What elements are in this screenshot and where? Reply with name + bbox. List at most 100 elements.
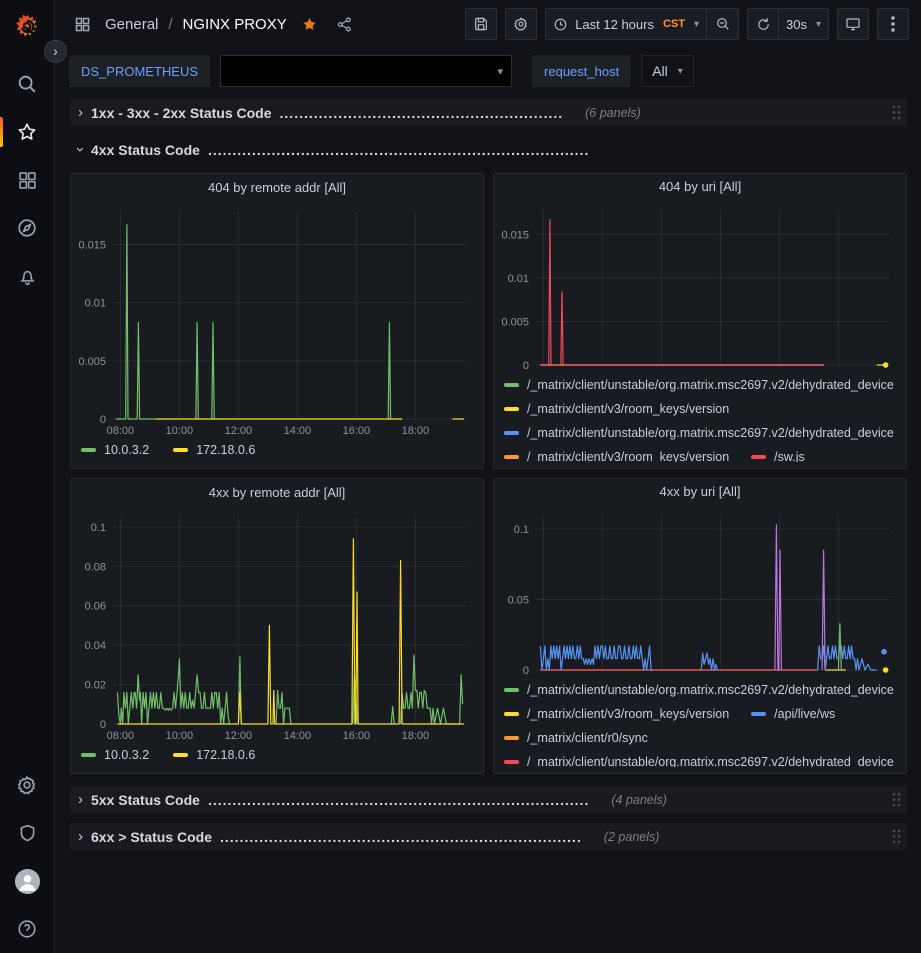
refresh-button[interactable] — [747, 8, 779, 40]
dashboard-settings-button[interactable] — [505, 8, 537, 40]
svg-text:18:00: 18:00 — [402, 730, 430, 742]
legend-item[interactable]: /_matrix/client/unstable/org.matrix.msc2… — [504, 683, 894, 697]
svg-text:12:00: 12:00 — [648, 371, 676, 372]
svg-text:16:00: 16:00 — [343, 730, 371, 742]
svg-text:0.015: 0.015 — [501, 229, 529, 241]
request-host-variable-label[interactable]: request_host — [532, 55, 631, 87]
legend-item[interactable]: 10.0.3.2 — [81, 443, 149, 457]
legend-item[interactable]: 172.18.0.6 — [173, 443, 255, 457]
legend-item[interactable]: /_matrix/client/v3/room_keys/version — [504, 450, 729, 462]
legend-item[interactable]: /_matrix/client/r0/sync — [504, 731, 648, 745]
legend-item[interactable]: /_matrix/client/unstable/org.matrix.msc2… — [504, 755, 894, 767]
legend-item[interactable]: 172.18.0.6 — [173, 748, 255, 762]
svg-text:14:00: 14:00 — [707, 371, 735, 372]
row-6xx-status-code[interactable]: › 6xx > Status Code ....................… — [70, 823, 907, 850]
row-4xx-status-code[interactable]: › 4xx Status Code ......................… — [70, 136, 907, 163]
sidebar-item-starred[interactable] — [0, 108, 55, 156]
toolbar: Last 12 hours CST ▾ 30s — [465, 8, 909, 40]
svg-text:0.08: 0.08 — [85, 561, 106, 573]
save-dashboard-button[interactable] — [465, 8, 497, 40]
request-host-select[interactable]: All ▾ — [641, 55, 694, 87]
legend-item[interactable]: /_matrix/client/unstable/org.matrix.msc2… — [504, 426, 894, 440]
timeseries-chart[interactable]: 08:0010:0012:0014:0016:0018:0000.0050.01… — [71, 202, 481, 437]
refresh-picker: 30s ▾ — [747, 8, 829, 40]
cycle-view-mode-button[interactable] — [837, 8, 869, 40]
sidebar-item-configuration[interactable] — [0, 761, 55, 809]
datasource-variable-label[interactable]: DS_PROMETHEUS — [69, 55, 210, 87]
row-1xx-3xx-2xx-status-code[interactable]: › 1xx - 3xx - 2xx Status Code ..........… — [70, 99, 907, 126]
chevron-down-icon: ▾ — [678, 66, 683, 77]
sidebar-item-alerting[interactable] — [0, 252, 55, 300]
sidebar-item-search[interactable] — [0, 60, 55, 108]
legend-item[interactable]: /api/live/ws — [751, 707, 835, 721]
panel-title[interactable]: 404 by remote addr [All] — [71, 174, 483, 202]
svg-text:0.04: 0.04 — [85, 640, 106, 652]
series-color-swatch — [504, 431, 519, 435]
dashboard-title[interactable]: NGINX PROXY — [183, 16, 287, 33]
timeseries-chart[interactable]: 08:0010:0012:0014:0016:0018:0000.050.1 — [494, 505, 904, 677]
svg-text:0.06: 0.06 — [85, 600, 106, 612]
sidebar-item-explore[interactable] — [0, 204, 55, 252]
legend-item[interactable]: /_matrix/client/v3/room_keys/version — [504, 402, 729, 416]
share-icon[interactable] — [332, 12, 357, 37]
series-color-swatch — [751, 712, 766, 716]
grafana-logo[interactable] — [14, 13, 41, 40]
sidebar-item-help[interactable] — [0, 905, 55, 953]
legend-item[interactable]: /_matrix/client/v3/room_keys/version — [504, 707, 729, 721]
series-label: /sw.js — [774, 450, 805, 462]
svg-text:0.005: 0.005 — [501, 316, 529, 328]
shield-icon — [17, 823, 38, 844]
svg-text:0.01: 0.01 — [85, 297, 106, 309]
sidebar-item-server-admin[interactable] — [0, 809, 55, 857]
legend-item[interactable]: 10.0.3.2 — [81, 748, 149, 762]
kebab-menu-button[interactable] — [877, 8, 909, 40]
svg-text:0.1: 0.1 — [91, 521, 106, 533]
legend-item[interactable]: /_matrix/client/unstable/org.matrix.msc2… — [504, 378, 894, 392]
series-label: /_matrix/client/unstable/org.matrix.msc2… — [527, 755, 894, 767]
dashboards-grid-icon — [17, 170, 38, 191]
timeseries-chart[interactable]: 08:0010:0012:0014:0016:0018:0000.0050.01… — [494, 200, 904, 372]
sidebar-expand-button[interactable]: › — [44, 40, 67, 63]
refresh-interval-button[interactable]: 30s ▾ — [779, 8, 829, 40]
time-picker: Last 12 hours CST ▾ — [545, 8, 739, 40]
svg-text:08:00: 08:00 — [530, 676, 558, 677]
series-color-swatch — [504, 383, 519, 387]
series-color-swatch — [81, 448, 96, 452]
panel-404-by-remote-addr: 404 by remote addr [All] 08:0010:0012:00… — [70, 173, 484, 469]
series-label: 10.0.3.2 — [104, 748, 149, 762]
apps-grid-icon[interactable] — [70, 12, 95, 37]
sidebar — [0, 0, 55, 953]
datasource-select[interactable]: ▾ — [220, 55, 512, 87]
series-color-swatch — [504, 712, 519, 716]
series-color-swatch — [81, 753, 96, 757]
breadcrumb-folder[interactable]: General — [105, 16, 158, 33]
drag-handle-icon[interactable] — [892, 105, 901, 120]
drag-handle-icon[interactable] — [892, 792, 901, 807]
timeseries-chart[interactable]: 08:0010:0012:0014:0016:0018:0000.020.040… — [71, 507, 481, 742]
time-range-label: Last 12 hours — [575, 17, 654, 32]
svg-text:0.015: 0.015 — [78, 239, 106, 251]
time-range-button[interactable]: Last 12 hours CST ▾ — [545, 8, 707, 40]
panel-title[interactable]: 404 by uri [All] — [494, 174, 906, 200]
series-color-swatch — [504, 688, 519, 692]
panel-title[interactable]: 4xx by remote addr [All] — [71, 479, 483, 507]
chevron-down-icon: ▾ — [816, 19, 821, 30]
drag-handle-icon[interactable] — [892, 829, 901, 844]
series-label: /_matrix/client/v3/room_keys/version — [527, 450, 729, 462]
panel-title[interactable]: 4xx by uri [All] — [494, 479, 906, 505]
monitor-icon — [845, 16, 861, 32]
svg-text:12:00: 12:00 — [225, 425, 253, 437]
zoom-out-time-button[interactable] — [707, 8, 739, 40]
series-label: /_matrix/client/r0/sync — [527, 731, 648, 745]
sidebar-item-profile[interactable] — [0, 857, 55, 905]
svg-text:0.1: 0.1 — [514, 524, 529, 536]
svg-text:10:00: 10:00 — [166, 730, 194, 742]
row-5xx-status-code[interactable]: › 5xx Status Code ......................… — [70, 786, 907, 813]
sidebar-item-dashboards[interactable] — [0, 156, 55, 204]
legend-item[interactable]: /sw.js — [751, 450, 805, 462]
variables-bar: DS_PROMETHEUS ▾ request_host All ▾ — [56, 48, 921, 97]
series-color-swatch — [504, 455, 519, 459]
star-filled-icon[interactable] — [297, 12, 322, 37]
breadcrumb: General / NGINX PROXY — [70, 12, 357, 37]
gear-icon — [16, 774, 38, 796]
